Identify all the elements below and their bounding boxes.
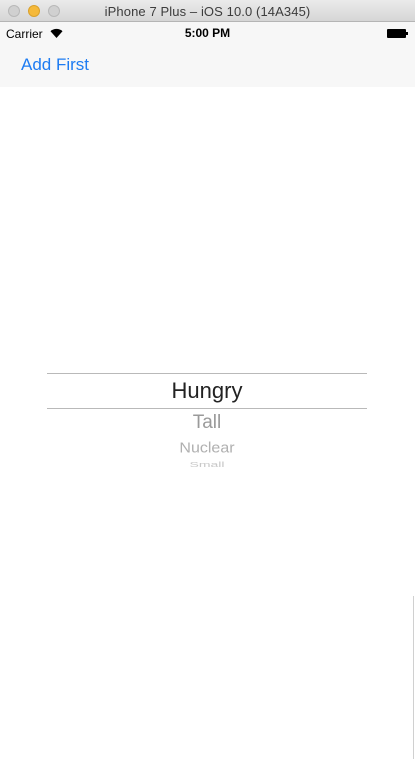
picker-selection-top-line — [47, 373, 367, 374]
picker-selection-bottom-line — [47, 408, 367, 409]
status-bar: Carrier 5:00 PM — [0, 22, 415, 44]
battery-icon — [387, 29, 409, 38]
picker-row[interactable]: Small — [47, 460, 367, 468]
simulator-title-bar: iPhone 7 Plus – iOS 10.0 (14A345) — [0, 0, 415, 22]
picker-view[interactable]: Hungry Tall Nuclear Small — [47, 370, 367, 480]
picker-row-selected[interactable]: Hungry — [47, 378, 367, 404]
window-title: iPhone 7 Plus – iOS 10.0 (14A345) — [104, 4, 311, 19]
navigation-bar: Add First — [0, 44, 415, 87]
picker-row[interactable]: Tall — [47, 412, 367, 434]
window-edge-divider — [413, 596, 414, 759]
picker-row[interactable]: Nuclear — [47, 441, 367, 457]
status-time: 5:00 PM — [184, 26, 231, 40]
add-first-button[interactable]: Add First — [21, 55, 89, 75]
